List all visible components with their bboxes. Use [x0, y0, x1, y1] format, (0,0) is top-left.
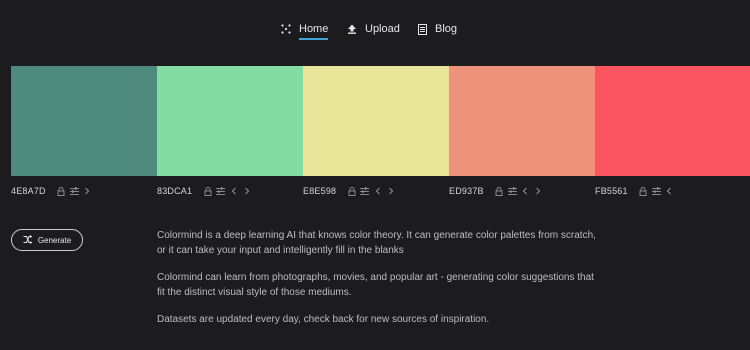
nav-upload[interactable]: Upload — [347, 18, 400, 40]
swatch-4[interactable] — [449, 66, 595, 176]
description-paragraph-3: Datasets are updated every day, check ba… — [157, 314, 490, 325]
chevron-right-icon[interactable] — [240, 185, 253, 197]
lock-icon[interactable] — [55, 185, 68, 197]
hex-code[interactable]: 4E8A7D — [11, 186, 46, 196]
generate-label: Generate — [37, 235, 72, 245]
swatch-1[interactable] — [11, 66, 157, 176]
chevron-left-icon[interactable] — [371, 185, 384, 197]
swatch-3-controls: E8E598 — [303, 184, 397, 198]
color-palette — [11, 66, 750, 176]
description-paragraph-1: Colormind is a deep learning AI that kno… — [157, 230, 596, 256]
lock-icon[interactable] — [345, 185, 358, 197]
description-paragraph-2: Colormind can learn from photographs, mo… — [157, 272, 594, 298]
description: Colormind is a deep learning AI that kno… — [157, 228, 597, 339]
swatch-5[interactable] — [595, 66, 750, 176]
sliders-icon[interactable] — [68, 185, 81, 197]
swatch-3[interactable] — [303, 66, 449, 176]
chevron-right-icon[interactable] — [81, 185, 94, 197]
swatch-5-controls: FB5561 — [595, 184, 676, 198]
sliders-icon[interactable] — [358, 185, 371, 197]
hex-code[interactable]: FB5561 — [595, 186, 628, 196]
shuffle-icon — [23, 234, 33, 246]
hex-code[interactable]: 83DCA1 — [157, 186, 192, 196]
top-nav: Home Upload Blog — [0, 18, 750, 42]
nav-home-label: Home — [299, 20, 329, 40]
chevron-left-icon[interactable] — [227, 185, 240, 197]
chevron-left-icon[interactable] — [663, 185, 676, 197]
lock-icon[interactable] — [201, 185, 214, 197]
nav-blog[interactable]: Blog — [418, 18, 457, 40]
hex-code[interactable]: ED937B — [449, 186, 484, 196]
nav-upload-label: Upload — [365, 23, 400, 35]
swatch-controls: 4E8A7D 83DCA1 E8E598 ED937B FB5561 — [11, 184, 750, 198]
lock-icon[interactable] — [637, 185, 650, 197]
nav-blog-label: Blog — [435, 23, 458, 35]
swatch-2-controls: 83DCA1 — [157, 184, 253, 198]
document-icon — [418, 23, 427, 35]
chevron-left-icon[interactable] — [519, 185, 532, 197]
palette-dots-icon — [281, 24, 291, 34]
swatch-2[interactable] — [157, 66, 303, 176]
nav-home[interactable]: Home — [281, 18, 329, 40]
lock-icon[interactable] — [493, 185, 506, 197]
sliders-icon[interactable] — [214, 185, 227, 197]
swatch-4-controls: ED937B — [449, 184, 545, 198]
chevron-right-icon[interactable] — [384, 185, 397, 197]
upload-icon — [347, 24, 357, 34]
chevron-right-icon[interactable] — [532, 185, 545, 197]
sliders-icon[interactable] — [650, 185, 663, 197]
generate-button[interactable]: Generate — [11, 229, 83, 251]
sliders-icon[interactable] — [506, 185, 519, 197]
hex-code[interactable]: E8E598 — [303, 186, 336, 196]
swatch-1-controls: 4E8A7D — [11, 184, 94, 198]
